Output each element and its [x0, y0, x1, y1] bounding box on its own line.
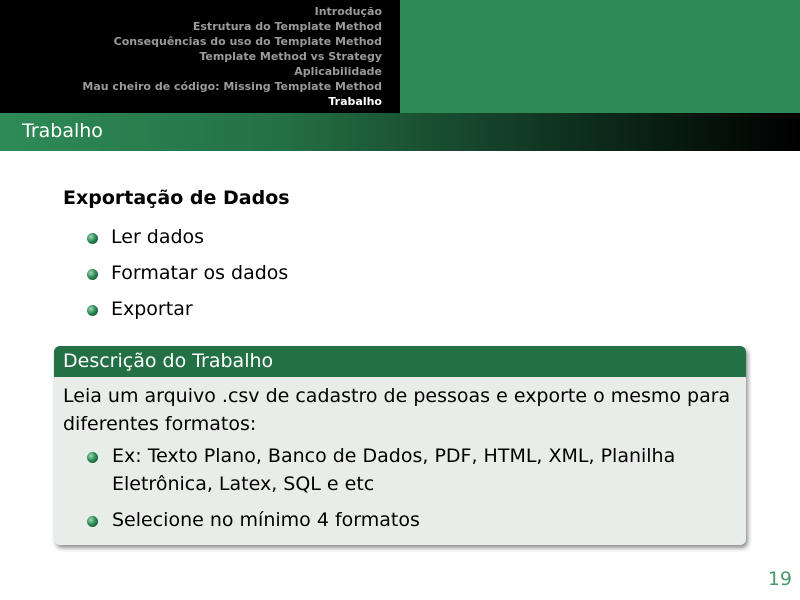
bullet-ball-icon: [87, 233, 98, 244]
page-number: 19: [767, 568, 792, 590]
nav-item-mau-cheiro[interactable]: Mau cheiro de código: Missing Template M…: [0, 79, 382, 94]
list-item: Selecione no mínimo 4 formatos: [63, 506, 737, 534]
header-accent-panel: [400, 0, 800, 113]
content-bullet-list: Ler dados Formatar os dados Exportar: [63, 223, 288, 331]
nav-item-template-vs-strategy[interactable]: Template Method vs Strategy: [0, 49, 382, 64]
frame-title: Trabalho: [22, 120, 103, 142]
nav-item-aplicabilidade[interactable]: Aplicabilidade: [0, 64, 382, 79]
content-heading: Exportação de Dados: [63, 187, 290, 209]
block-bullet-list: Ex: Texto Plano, Banco de Dados, PDF, HT…: [63, 442, 737, 534]
bullet-ball-icon: [87, 516, 98, 527]
list-item-text: Exportar: [111, 298, 193, 320]
list-item: Ex: Texto Plano, Banco de Dados, PDF, HT…: [63, 442, 737, 498]
description-block: Descrição do Trabalho Leia um arquivo .c…: [54, 346, 746, 545]
block-title: Descrição do Trabalho: [54, 346, 746, 377]
list-item-text: Selecione no mínimo 4 formatos: [112, 509, 420, 531]
list-item: Exportar: [63, 295, 288, 331]
list-item-text: Ex: Texto Plano, Banco de Dados, PDF, HT…: [112, 445, 676, 495]
nav-item-consequencias[interactable]: Consequências do uso do Template Method: [0, 34, 382, 49]
list-item-text: Formatar os dados: [111, 262, 289, 284]
frame-title-bar: Trabalho: [0, 113, 800, 151]
list-item: Ler dados: [63, 223, 288, 259]
block-text: Leia um arquivo .csv de cadastro de pess…: [63, 385, 731, 435]
section-navigation: Introdução Estrutura do Template Method …: [0, 0, 400, 113]
nav-item-introducao[interactable]: Introdução: [0, 4, 382, 19]
block-body: Leia um arquivo .csv de cadastro de pess…: [54, 377, 746, 534]
nav-item-estrutura[interactable]: Estrutura do Template Method: [0, 19, 382, 34]
list-item: Formatar os dados: [63, 259, 288, 295]
bullet-ball-icon: [87, 305, 98, 316]
header-navigation: Introdução Estrutura do Template Method …: [0, 0, 800, 113]
bullet-ball-icon: [87, 452, 98, 463]
nav-item-trabalho[interactable]: Trabalho: [0, 94, 382, 109]
list-item-text: Ler dados: [111, 226, 205, 248]
bullet-ball-icon: [87, 269, 98, 280]
